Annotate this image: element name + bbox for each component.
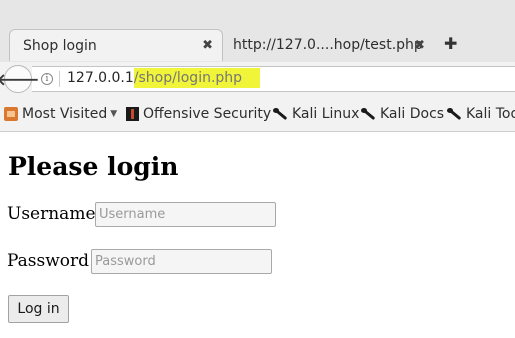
bookmark-label: Offensive Security [143,106,272,122]
url-divider [59,71,60,87]
password-input[interactable] [91,249,272,274]
tab-shop-login[interactable]: Shop login ✖ [9,29,223,61]
tab-label: http://127.0....hop/test.php [233,37,423,53]
close-icon[interactable]: ✖ [202,38,213,53]
bookmark-label: Most Visited [22,106,108,122]
password-label: Password [7,251,90,271]
url-path-highlighted: /shop/login.php [133,68,261,88]
bookmark-most-visited[interactable]: Most Visited ▼ [4,106,117,122]
url-host: 127.0.0.1 [67,70,134,86]
bookmark-offensive-security[interactable]: Offensive Security [126,106,271,122]
bookmark-kali-linux[interactable]: Kali Linux [272,106,359,122]
navigation-bar: i 127.0.0.1/shop/login.php 🡐 [0,62,515,98]
back-arrow-icon: 🡐 [0,70,40,89]
url-text: 127.0.0.1/shop/login.php [67,68,261,88]
kali-dragon-icon [446,107,462,121]
offsec-icon [126,107,139,121]
username-input[interactable] [95,202,276,227]
username-label: Username [7,204,96,224]
tab-label: Shop login [23,37,97,54]
bookmark-label: Kali Tools [466,106,515,122]
login-button[interactable]: Log in [8,295,69,323]
kali-dragon-icon [272,107,288,121]
folder-icon [4,107,18,121]
page-content: Please login Username Password Log in [0,132,515,338]
url-bar[interactable]: i 127.0.0.1/shop/login.php [32,66,515,92]
chevron-down-icon: ▼ [110,109,118,119]
bookmark-kali-docs[interactable]: Kali Docs [360,106,444,122]
back-button[interactable]: 🡐 [0,65,39,93]
bookmark-label: Kali Linux [292,106,360,122]
page-title: Please login [8,152,179,181]
bookmark-kali-tools[interactable]: Kali Tools [446,106,515,122]
kali-dragon-icon [360,107,376,121]
bookmarks-toolbar: Most Visited ▼ Offensive Security Kali L… [0,98,515,132]
bookmark-label: Kali Docs [380,106,445,122]
close-icon[interactable]: ✖ [414,38,425,53]
info-icon[interactable]: i [41,73,53,85]
new-tab-plus-icon[interactable]: ✚ [444,34,457,53]
tab-bar: Shop login ✖ http://127.0....hop/test.ph… [0,0,515,63]
tab-test-php[interactable]: http://127.0....hop/test.php ✖ [225,29,431,61]
